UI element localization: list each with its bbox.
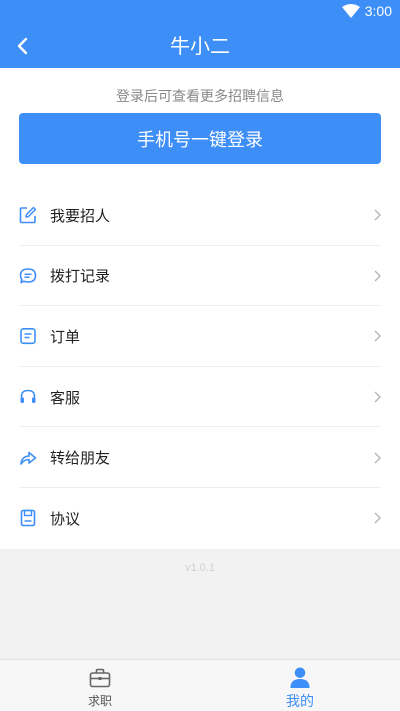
- menu-item-share[interactable]: 转给朋友: [0, 427, 400, 488]
- status-time: 3:00: [364, 3, 392, 19]
- chevron-right-icon: [374, 209, 381, 221]
- page-title: 牛小二: [170, 34, 230, 58]
- chevron-right-icon: [374, 512, 381, 524]
- status-bar: 3:00: [0, 0, 400, 24]
- menu-item-agreement[interactable]: 协议: [0, 488, 400, 549]
- chevron-right-icon: [374, 270, 381, 282]
- tab-label: 我的: [286, 694, 314, 710]
- menu-item-label: 我要招人: [50, 206, 111, 225]
- app-bar: 牛小二: [0, 24, 400, 68]
- menu-item-label: 拨打记录: [50, 267, 111, 286]
- headset-icon: [19, 388, 37, 406]
- menu-item-label: 协议: [50, 509, 81, 528]
- edit-icon: [19, 206, 37, 224]
- menu-item-label: 订单: [50, 327, 81, 346]
- login-hint: 登录后可查看更多招聘信息: [116, 89, 284, 105]
- one-tap-login-button[interactable]: 手机号一键登录: [19, 113, 381, 164]
- app-version: v1.0.1: [185, 562, 215, 574]
- menu-item-recruit[interactable]: 我要招人: [0, 185, 400, 246]
- tab-job-search[interactable]: 求职: [0, 660, 200, 711]
- chevron-right-icon: [374, 452, 381, 464]
- menu-item-orders[interactable]: 订单: [0, 306, 400, 367]
- menu-item-label: 客服: [50, 388, 81, 407]
- chevron-right-icon: [374, 330, 381, 342]
- bottom-tab-bar: 求职 我的: [0, 659, 400, 711]
- briefcase-icon: [89, 668, 111, 688]
- chevron-right-icon: [374, 391, 381, 403]
- user-icon: [290, 667, 310, 689]
- menu-item-label: 转给朋友: [50, 449, 111, 468]
- chat-bubble-icon: [19, 267, 37, 285]
- menu-item-customer-service[interactable]: 客服: [0, 367, 400, 428]
- main-content: 登录后可查看更多招聘信息 手机号一键登录 我要招人 拨打记录 订单 客服 转给朋…: [0, 68, 400, 549]
- order-icon: [19, 327, 37, 345]
- share-icon: [19, 449, 37, 467]
- menu-list: 我要招人 拨打记录 订单 客服 转给朋友 协议: [0, 185, 400, 549]
- tab-mine[interactable]: 我的: [200, 660, 400, 711]
- document-icon: [19, 509, 37, 527]
- wifi-icon: [342, 4, 360, 18]
- menu-item-call-records[interactable]: 拨打记录: [0, 246, 400, 307]
- tab-label: 求职: [87, 694, 112, 708]
